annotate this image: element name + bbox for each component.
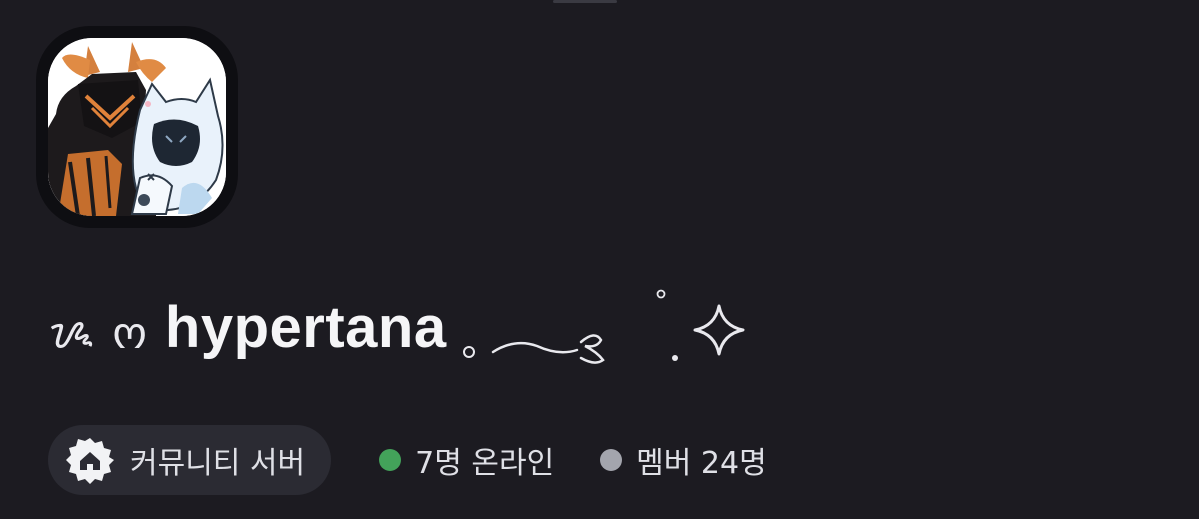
name-prefix-decoration: ᝰ ო [48,308,149,359]
member-status-dot [600,449,623,471]
member-count-label: 멤버 24명 [636,446,767,481]
server-avatar-image [48,38,226,216]
server-icon[interactable] [36,26,238,228]
server-name-text: hypertana [164,294,447,360]
community-server-label: 커뮤니티 서버 [130,446,306,481]
server-meta-row: 커뮤니티 서버 7명 온라인 멤버 24명 [48,425,767,495]
member-count: 멤버 24명 [600,438,767,482]
server-name: ᝰ ო hypertana [48,286,751,376]
online-status-dot [379,449,402,471]
online-count-label: 7명 온라인 [415,446,555,481]
name-suffix-decoration [462,289,745,364]
sheet-grabber-handle[interactable] [553,0,617,3]
online-count: 7명 온라인 [379,438,554,482]
community-home-icon [66,438,114,484]
community-server-badge[interactable]: 커뮤니티 서버 [48,425,332,495]
